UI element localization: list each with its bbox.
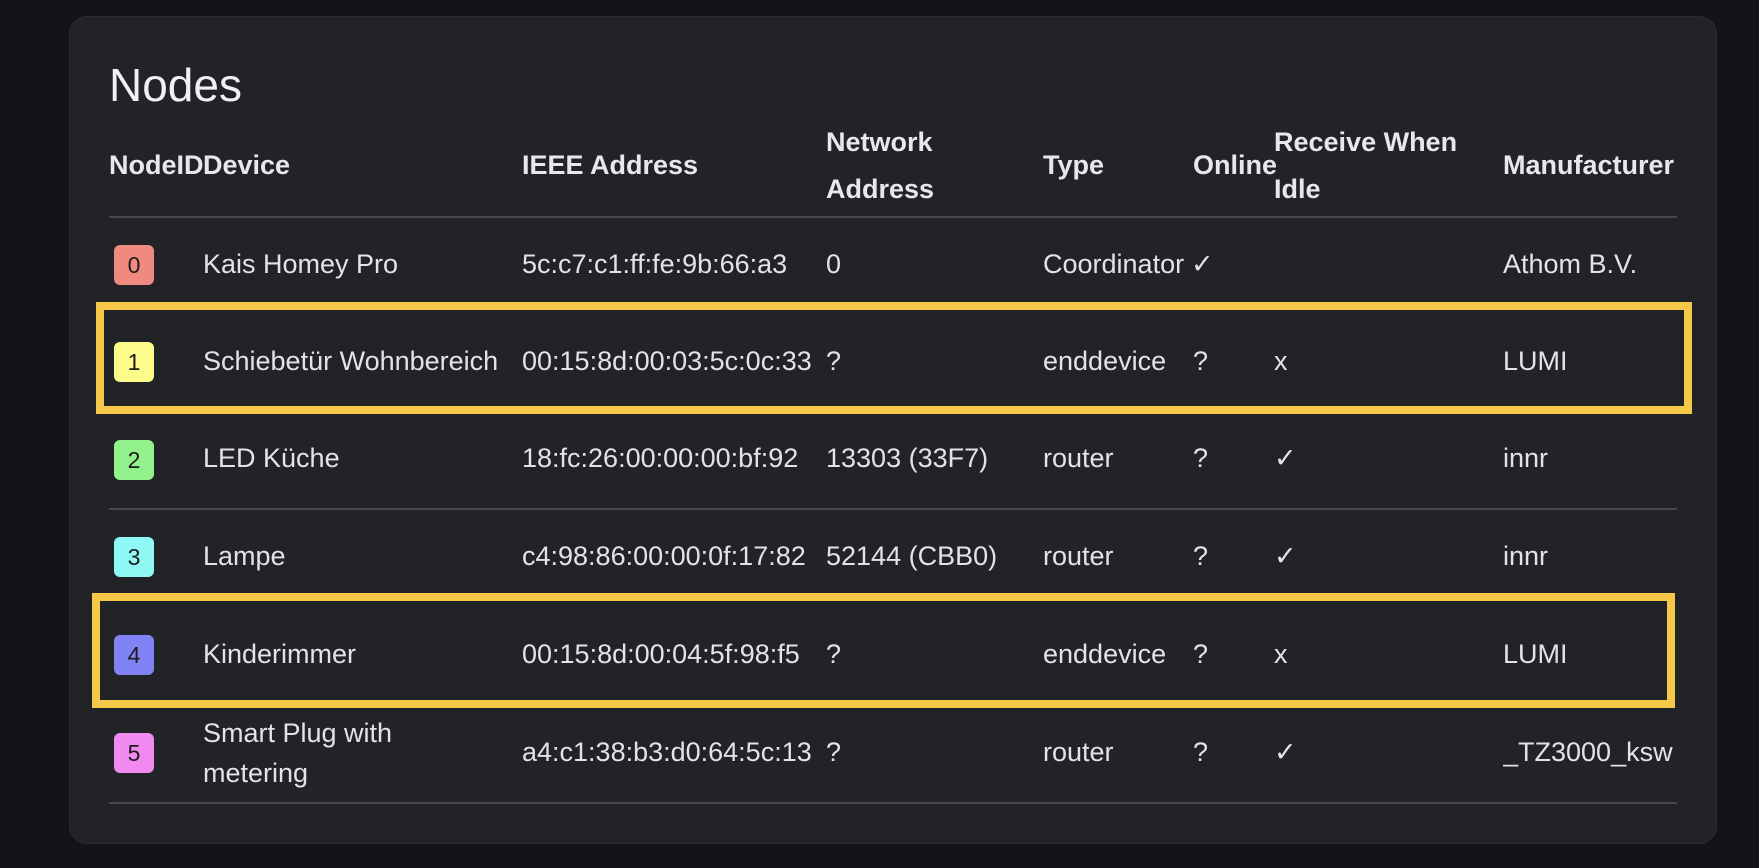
header-idle-line1: Receive When [1274,127,1458,157]
device-name: Schiebetür Wohnbereich [203,346,499,376]
network-address: ? [826,737,842,767]
header-network-line1: Network [826,127,933,157]
header-network-address[interactable]: Network Address [826,119,934,213]
ieee-address: 00:15:8d:00:04:5f:98:f5 [522,639,800,669]
node-id-badge: 4 [114,635,154,675]
ieee-address: 18:fc:26:00:00:00:bf:92 [522,443,799,473]
device-type: router [1043,541,1114,571]
manufacturer: LUMI [1503,639,1568,669]
device-name-line1: Smart Plug with [203,718,393,748]
header-network-line2: Address [826,174,935,204]
header-online[interactable]: Online [1193,142,1277,189]
device-name: LED Küche [203,443,340,473]
network-address: 52144 (CBB0) [826,541,998,571]
manufacturer: _TZ3000_ksw [1503,737,1673,767]
online-status: ? [1193,443,1209,473]
device-type: enddevice [1043,346,1167,376]
header-nodeid[interactable]: NodeID [109,142,204,189]
ieee-address: a4:c1:38:b3:d0:64:5c:13 [522,737,812,767]
row-divider [109,802,1677,804]
network-address: ? [826,639,842,669]
device-type: Coordinator [1043,249,1185,279]
header-type[interactable]: Type [1043,142,1104,189]
ieee-address: 00:15:8d:00:03:5c:0c:33 [522,346,812,376]
header-manufacturer[interactable]: Manufacturer [1503,142,1674,189]
device-name: Lampe [203,541,286,571]
device-type: enddevice [1043,639,1167,669]
device-type: router [1043,737,1114,767]
row-divider [109,508,1677,510]
device-name: Kinderimmer [203,639,357,669]
header-ieee-address[interactable]: IEEE Address [522,142,698,189]
node-id-badge: 3 [114,537,154,577]
node-id-badge: 1 [114,342,154,382]
online-status: ? [1193,541,1209,571]
device-name: Smart Plug with metering [203,713,392,793]
node-id-badge: 5 [114,733,154,773]
online-status: ? [1193,639,1209,669]
page-title: Nodes [109,59,242,111]
header-idle-line2: Idle [1274,174,1321,204]
ieee-address: c4:98:86:00:00:0f:17:82 [522,541,806,571]
node-id-badge: 0 [114,245,154,285]
manufacturer: innr [1503,443,1549,473]
receive-when-idle: ✓ [1274,737,1297,767]
receive-when-idle: x [1274,346,1288,376]
header-receive-when-idle[interactable]: Receive When Idle [1274,119,1457,213]
manufacturer: LUMI [1503,346,1568,376]
network-address: ? [826,346,842,376]
manufacturer: Athom B.V. [1503,249,1638,279]
header-device[interactable]: Device [203,142,290,189]
receive-when-idle: ✓ [1274,541,1297,571]
header-divider [109,216,1677,218]
manufacturer: innr [1503,541,1549,571]
online-status: ? [1193,737,1209,767]
network-address: 0 [826,249,842,279]
online-status: ? [1193,346,1209,376]
device-name: Kais Homey Pro [203,249,399,279]
node-id-badge: 2 [114,440,154,480]
network-address: 13303 (33F7) [826,443,989,473]
ieee-address: 5c:c7:c1:ff:fe:9b:66:a3 [522,249,788,279]
device-name-line2: metering [203,758,309,788]
receive-when-idle: x [1274,639,1288,669]
online-status: ✓ [1191,249,1214,279]
device-type: router [1043,443,1114,473]
receive-when-idle: ✓ [1274,443,1297,473]
